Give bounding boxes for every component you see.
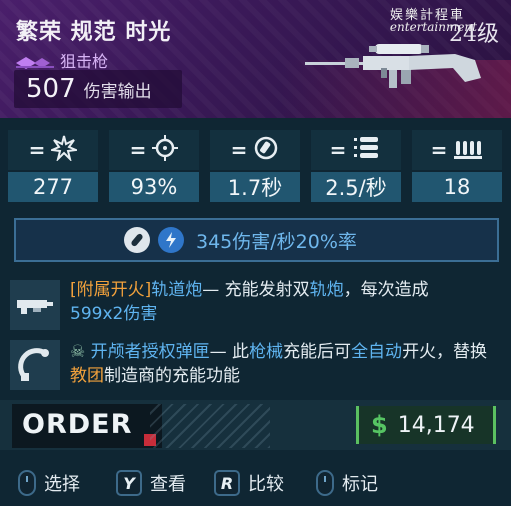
compare-button[interactable]: R 比较 — [214, 470, 284, 496]
dps-bar: 345伤害/秒20%率 — [14, 218, 499, 262]
licensed-part-icon — [10, 340, 60, 390]
magazine-icon — [453, 135, 483, 165]
damage-label: 伤害输出 — [83, 82, 152, 102]
perk-licensed-part: ☠ 开颅者授权弹匣— 此枪械充能后可全自动开火，替换教团制造商的充能功能 — [8, 340, 503, 396]
key-y-icon: Y — [116, 470, 142, 496]
crosshair-icon — [152, 135, 179, 165]
perk-keyword: 教团 — [70, 366, 104, 386]
perk-keyword: 全自动 — [351, 342, 403, 362]
stat-prefix: = — [129, 138, 147, 162]
stat-reload: = 1.7秒 — [210, 130, 300, 202]
burst-icon — [48, 135, 81, 165]
perk-tag: [附属开火] — [70, 280, 152, 300]
stat-value: 277 — [8, 172, 98, 202]
stat-prefix: = — [230, 138, 248, 162]
stat-value: 18 — [412, 172, 502, 202]
mouse-right-icon — [316, 470, 334, 496]
manufacturer-pattern — [150, 404, 270, 448]
perk-keyword: 枪械 — [249, 342, 284, 362]
inspect-button[interactable]: Y 查看 — [116, 470, 186, 496]
fire-rate-icon — [352, 135, 382, 165]
control-label: 选择 — [44, 474, 80, 495]
control-label: 查看 — [150, 474, 186, 495]
key-r-icon: R — [214, 470, 240, 496]
perk-desc: 制造商的充能功能 — [104, 366, 240, 386]
perk-desc: ，每次造成 — [343, 280, 429, 300]
reload-icon — [253, 135, 279, 165]
perk-name: 轨道炮 — [151, 280, 203, 300]
item-header: 繁荣 规范 时光 娱樂計程車 entertainment 24级 狙击枪 507… — [0, 0, 511, 118]
perk-text: ☠ 开颅者授权弹匣— 此枪械充能后可全自动开火，替换教团制造商的充能功能 — [70, 340, 495, 388]
perk-text: [附属开火]轨道炮— 充能发射双轨炮，每次造成 599x2伤害 — [70, 278, 495, 326]
stat-accuracy: = 93% — [109, 130, 199, 202]
perk-keyword: 轨炮 — [309, 280, 344, 300]
price-amount: 14,174 — [397, 412, 475, 438]
stat-prefix: = — [28, 138, 46, 162]
control-label: 标记 — [342, 474, 378, 495]
ammo-element-icon — [124, 227, 150, 253]
control-hints: 选择 Y 查看 R 比较 标记 — [0, 460, 511, 506]
select-button[interactable]: 选择 — [18, 470, 80, 496]
stat-prefix: = — [430, 138, 448, 162]
stat-prefix: = — [329, 138, 347, 162]
manufacturer-name: ORDER — [22, 409, 133, 440]
sniper-rifle-icon — [305, 38, 485, 98]
stat-value: 1.7秒 — [210, 172, 300, 202]
manufacturer-logo: ORDER — [12, 404, 162, 448]
currency-icon: $ — [371, 411, 388, 439]
stat-damage: = 277 — [8, 130, 98, 202]
rarity-row: 狙击枪 — [16, 48, 108, 72]
item-title: 繁荣 规范 时光 — [16, 20, 172, 45]
stat-magazine: = 18 — [412, 130, 502, 202]
stats-row: = 277 = 93% = 1.7秒 = 2.5/秒 = 18 — [8, 130, 503, 202]
perk-name: 开颅者授权弹匣 — [90, 342, 210, 362]
item-card: 繁荣 规范 时光 娱樂計程車 entertainment 24级 狙击枪 507… — [0, 0, 511, 506]
perk-desc: 开火，替换 — [402, 342, 488, 362]
stat-value: 93% — [109, 172, 199, 202]
weapon-type: 狙击枪 — [60, 52, 109, 71]
stat-fire-rate: = 2.5/秒 — [311, 130, 401, 202]
stat-value: 2.5/秒 — [311, 172, 401, 202]
shock-icon — [158, 227, 184, 253]
perk-desc: — 充能发射双 — [202, 280, 310, 300]
item-price: $ 14,174 — [356, 406, 496, 444]
perk-desc: — 此 — [209, 342, 250, 362]
underbarrel-railgun-icon — [10, 280, 60, 330]
rarity-chevron-icon — [16, 54, 54, 69]
perk-desc: 充能后可 — [283, 342, 352, 362]
mark-button[interactable]: 标记 — [316, 470, 378, 496]
dps-value: 345伤害/秒20%率 — [196, 230, 357, 253]
perk-damage: 599x2伤害 — [70, 304, 158, 324]
damage-value: 507 — [26, 74, 76, 104]
mouse-left-icon — [18, 470, 36, 496]
perk-underbarrel: [附属开火]轨道炮— 充能发射双轨炮，每次造成 599x2伤害 — [8, 278, 503, 332]
control-label: 比较 — [248, 474, 284, 495]
skull-manufacturer-icon: ☠ — [70, 342, 86, 362]
damage-output: 507 伤害输出 — [14, 70, 182, 108]
